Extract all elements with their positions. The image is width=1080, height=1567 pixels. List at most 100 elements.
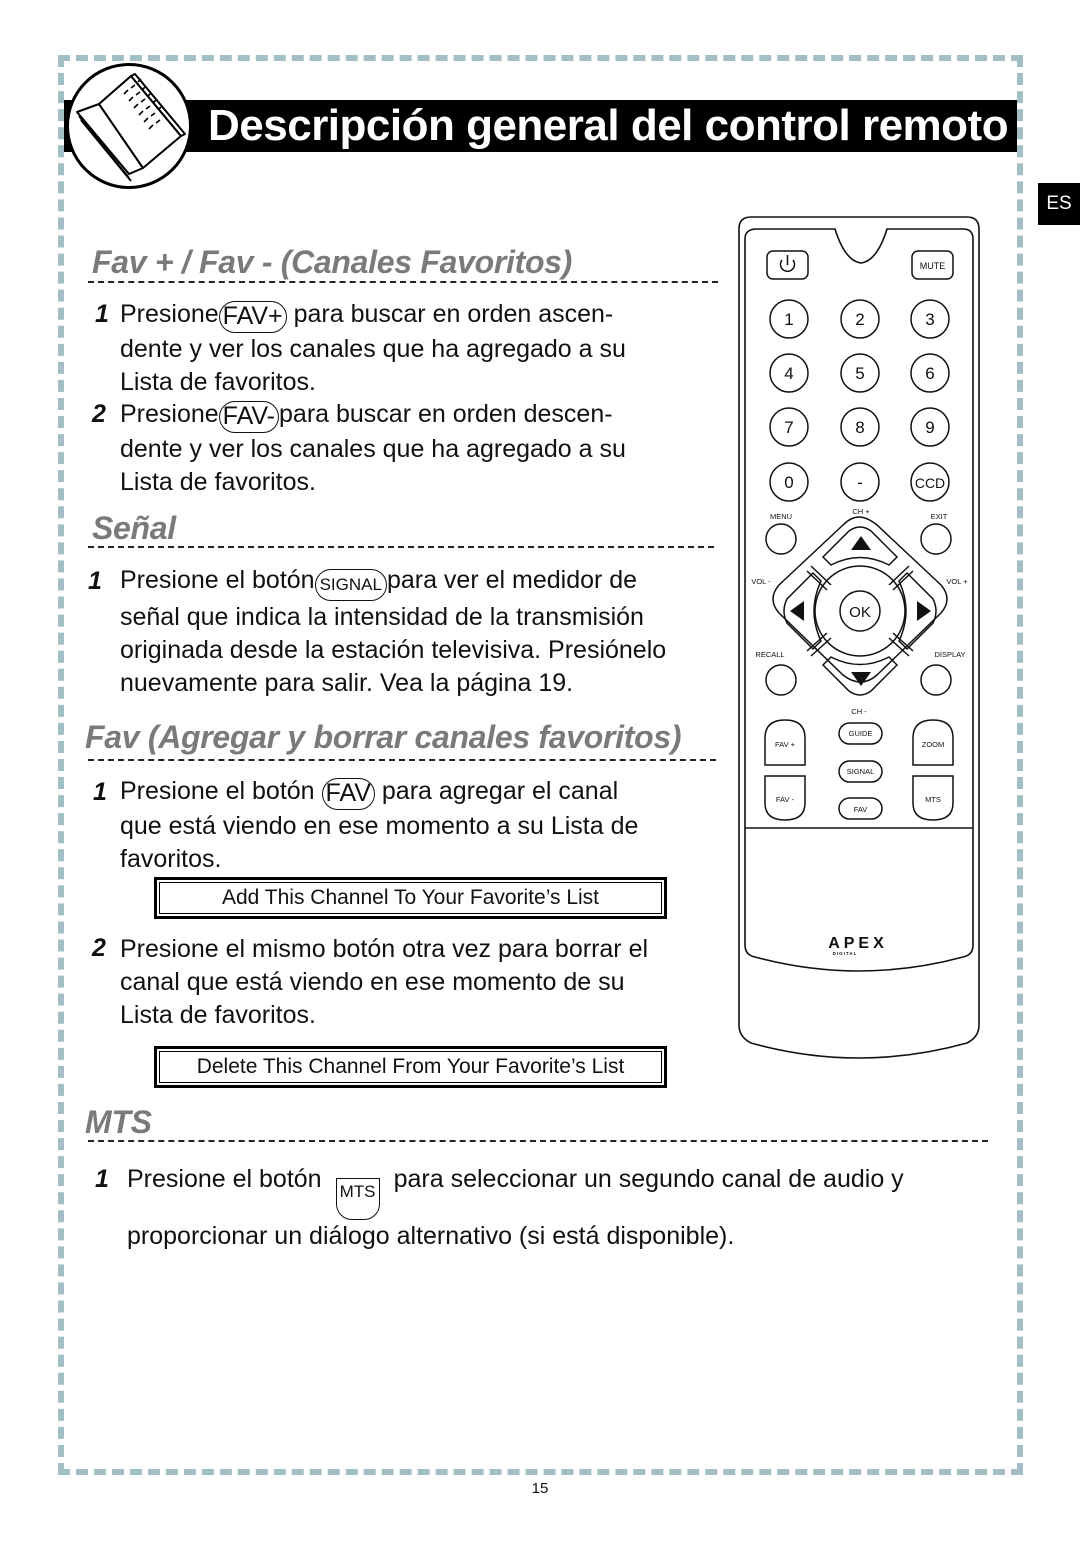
digit-key-label: CCD [915, 475, 945, 491]
digit-key: 2 [840, 299, 880, 339]
step-text-line: nuevamente para salir. Vea la página 19. [120, 669, 574, 697]
step-text-line: que está viendo en ese momento a su List… [120, 812, 639, 840]
remote-svg: MUTE 1 2 3 4 5 6 7 8 9 0 - CCD MENU EXIT RECALL DIS… [738, 216, 980, 1059]
menu-button [765, 523, 797, 555]
arrow-up-icon [851, 536, 871, 550]
digit-key-label: 6 [925, 364, 934, 383]
signal-key-label: SIGNAL [314, 569, 387, 601]
step-text-line: señal que indica la intensidad de la tra… [120, 603, 644, 631]
section-title-fav-plus-minus: Fav + / Fav - (Canales Favoritos) [92, 244, 573, 280]
menu-label: MENU [770, 512, 792, 521]
digit-key-label: 0 [784, 473, 793, 492]
delete-channel-message-box: Delete This Channel From Your Favorite’s… [154, 1046, 667, 1088]
exit-label: EXIT [931, 512, 948, 521]
step-number: 1 [95, 300, 109, 328]
digit-key: 8 [840, 407, 880, 447]
section-divider [88, 546, 714, 548]
section-divider [88, 1140, 988, 1142]
digit-key-label: 5 [855, 364, 864, 383]
digit-key: 5 [840, 353, 880, 393]
ok-label: OK [849, 604, 871, 621]
vol-plus-label: VOL + [946, 577, 968, 586]
step-text-line: Lista de favoritos. [120, 368, 316, 396]
add-channel-message: Add This Channel To Your Favorite’s List [159, 882, 662, 914]
step-text-lead: Presione el botón [120, 566, 315, 594]
step-number: 1 [95, 1165, 109, 1193]
fav-minus-key-label: FAV- [218, 401, 280, 433]
signal-label: SIGNAL [847, 767, 875, 776]
step-text-lead: Presione [120, 300, 219, 328]
step-text-line: proporcionar un diálogo alternativo (si … [127, 1222, 735, 1250]
mts-key-label: MTS [335, 1178, 380, 1220]
digit-key: 6 [910, 353, 950, 393]
digit-key-label: - [857, 473, 863, 492]
step-number: 2 [92, 934, 106, 962]
fav-label: FAV [854, 805, 868, 814]
language-tab[interactable]: ES [1038, 183, 1080, 225]
step-text-rest: para ver el medidor de [386, 566, 638, 594]
step-text-line: favoritos. [120, 845, 222, 873]
brand-logo: APEX [828, 935, 888, 952]
step-text-line: dente y ver los canales que ha agregado … [120, 335, 626, 363]
step-text-lead: Presione el botón [120, 777, 315, 805]
step-text-lead: Presione [120, 400, 219, 428]
power-button [766, 250, 809, 280]
digit-key: 4 [769, 353, 809, 393]
step-text-rest: para agregar el canal [381, 777, 619, 805]
digit-key-label: 8 [855, 418, 864, 437]
section-title-mts: MTS [85, 1104, 152, 1140]
fav-minus-label: FAV - [776, 795, 795, 804]
recall-label: RECALL [755, 650, 784, 659]
arrow-right-icon [917, 601, 931, 621]
section-divider [88, 759, 716, 761]
step-number: 2 [92, 400, 106, 428]
digit-key: CCD [910, 462, 950, 502]
step-text-line: canal que está viendo en ese momento de … [120, 968, 625, 996]
recall-button [765, 664, 797, 696]
step-text-line: originada desde la estación televisiva. … [120, 636, 667, 664]
page-number: 15 [531, 1480, 549, 1497]
step-text: Presione el botón FAV para agregar el ca… [120, 775, 638, 876]
digit-key: 7 [769, 407, 809, 447]
arrow-down-icon [851, 672, 871, 686]
power-icon [779, 255, 796, 273]
digit-key-label: 9 [925, 418, 934, 437]
fav-key-label: FAV [321, 778, 375, 810]
step-text-rest: para buscar en orden ascen- [286, 300, 614, 328]
step-text-line: dente y ver los canales que ha agregado … [120, 435, 626, 463]
guide-label: GUIDE [849, 729, 873, 738]
display-label: DISPLAY [934, 650, 965, 659]
ch-minus-label: CH - [851, 707, 867, 716]
mute-label: MUTE [920, 261, 946, 271]
step-text-rest: para buscar en orden descen- [279, 400, 613, 428]
brand-subtitle: DIGITAL [833, 951, 858, 956]
page-title: Descripción general del control remoto [208, 101, 1009, 150]
step-number: 1 [93, 778, 107, 806]
display-button [920, 664, 952, 696]
ch-plus-label: CH + [852, 507, 870, 516]
digit-keypad: 1 2 3 4 5 6 7 8 9 0 - CCD [769, 299, 950, 502]
zoom-label: ZOOM [922, 740, 945, 749]
delete-channel-message: Delete This Channel From Your Favorite’s… [159, 1051, 662, 1083]
exit-button [920, 523, 952, 555]
remote-body-outline [738, 216, 980, 1059]
step-number: 1 [88, 567, 102, 595]
open-book-icon [66, 63, 192, 189]
arrow-left-icon [790, 601, 804, 621]
vol-minus-label: VOL - [751, 577, 771, 586]
step-text: Presione FAV-para buscar en orden descen-… [120, 398, 626, 499]
section-divider [88, 281, 718, 283]
digit-key-label: 2 [855, 310, 864, 329]
step-text: Presione el botón MTS para seleccionar un … [127, 1163, 904, 1253]
step-text: Presione FAV+ para buscar en orden ascen-… [120, 298, 626, 399]
step-text-rest: para seleccionar un segundo canal de aud… [393, 1165, 904, 1193]
digit-key: 1 [769, 299, 809, 339]
step-text: Presione el mismo botón otra vez para bo… [120, 933, 648, 1032]
mute-button: MUTE [911, 250, 954, 280]
fav-plus-key-label: FAV+ [218, 301, 287, 333]
digit-key: - [840, 462, 880, 502]
digit-key-label: 4 [784, 364, 793, 383]
digit-key-label: 3 [925, 310, 934, 329]
digit-key: 3 [910, 299, 950, 339]
section-title-signal: Señal [92, 510, 176, 546]
